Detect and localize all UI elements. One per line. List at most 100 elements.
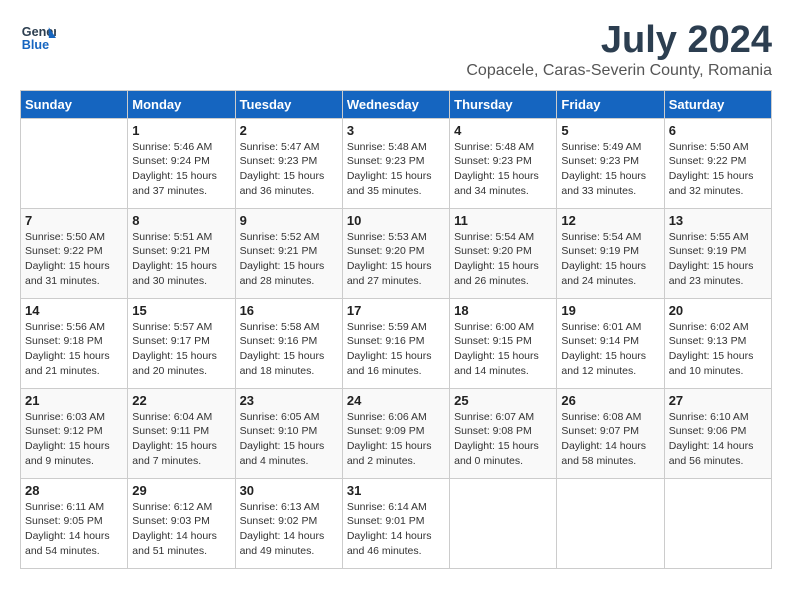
day-number: 12 — [561, 213, 659, 228]
calendar-cell: 13 Sunrise: 5:55 AM Sunset: 9:19 PM Dayli… — [664, 208, 771, 298]
day-number: 7 — [25, 213, 123, 228]
day-info: Sunrise: 5:48 AM Sunset: 9:23 PM Dayligh… — [454, 140, 552, 199]
logo-icon: General Blue — [20, 20, 56, 56]
calendar-week-row: 1Sunrise: 5:46 AM Sunset: 9:24 PM Daylig… — [21, 118, 772, 208]
day-info: Sunrise: 5:50 AM Sunset: 9:22 PM Dayligh… — [25, 230, 123, 289]
day-info: Sunrise: 6:03 AM Sunset: 9:12 PM Dayligh… — [25, 410, 123, 469]
day-number: 25 — [454, 393, 552, 408]
day-number: 1 — [132, 123, 230, 138]
header: General Blue July 2024 Copacele, Caras-S… — [20, 20, 772, 80]
day-info: Sunrise: 5:54 AM Sunset: 9:19 PM Dayligh… — [561, 230, 659, 289]
calendar-cell: 31Sunrise: 6:14 AM Sunset: 9:01 PM Dayli… — [342, 478, 449, 568]
day-info: Sunrise: 5:59 AM Sunset: 9:16 PM Dayligh… — [347, 320, 445, 379]
calendar-cell: 15 Sunrise: 5:57 AM Sunset: 9:17 PM Dayli… — [128, 298, 235, 388]
day-number: 24 — [347, 393, 445, 408]
day-number: 19 — [561, 303, 659, 318]
calendar-cell: 22Sunrise: 6:04 AM Sunset: 9:11 PM Dayli… — [128, 388, 235, 478]
calendar-cell: 17 Sunrise: 5:59 AM Sunset: 9:16 PM Dayli… — [342, 298, 449, 388]
weekday-header-wednesday: Wednesday — [342, 90, 449, 118]
day-info: Sunrise: 5:57 AM Sunset: 9:17 PM Dayligh… — [132, 320, 230, 379]
day-number: 9 — [240, 213, 338, 228]
calendar-table: SundayMondayTuesdayWednesdayThursdayFrid… — [20, 90, 772, 569]
title-section: July 2024 Copacele, Caras-Severin County… — [466, 20, 772, 80]
day-info: Sunrise: 6:12 AM Sunset: 9:03 PM Dayligh… — [132, 500, 230, 559]
day-info: Sunrise: 5:47 AM Sunset: 9:23 PM Dayligh… — [240, 140, 338, 199]
calendar-cell: 16 Sunrise: 5:58 AM Sunset: 9:16 PM Dayli… — [235, 298, 342, 388]
weekday-header-tuesday: Tuesday — [235, 90, 342, 118]
weekday-header-saturday: Saturday — [664, 90, 771, 118]
calendar-cell: 19 Sunrise: 6:01 AM Sunset: 9:14 PM Dayli… — [557, 298, 664, 388]
calendar-cell: 5 Sunrise: 5:49 AM Sunset: 9:23 PM Daylig… — [557, 118, 664, 208]
day-info: Sunrise: 6:11 AM Sunset: 9:05 PM Dayligh… — [25, 500, 123, 559]
day-info: Sunrise: 5:49 AM Sunset: 9:23 PM Dayligh… — [561, 140, 659, 199]
calendar-cell: 30 Sunrise: 6:13 AM Sunset: 9:02 PM Dayli… — [235, 478, 342, 568]
day-number: 8 — [132, 213, 230, 228]
calendar-cell: 3Sunrise: 5:48 AM Sunset: 9:23 PM Daylig… — [342, 118, 449, 208]
weekday-header-thursday: Thursday — [450, 90, 557, 118]
calendar-cell — [557, 478, 664, 568]
day-number: 28 — [25, 483, 123, 498]
calendar-cell — [21, 118, 128, 208]
calendar-cell: 20Sunrise: 6:02 AM Sunset: 9:13 PM Dayli… — [664, 298, 771, 388]
day-info: Sunrise: 6:00 AM Sunset: 9:15 PM Dayligh… — [454, 320, 552, 379]
day-info: Sunrise: 6:08 AM Sunset: 9:07 PM Dayligh… — [561, 410, 659, 469]
calendar-cell: 6 Sunrise: 5:50 AM Sunset: 9:22 PM Daylig… — [664, 118, 771, 208]
day-info: Sunrise: 6:04 AM Sunset: 9:11 PM Dayligh… — [132, 410, 230, 469]
day-number: 15 — [132, 303, 230, 318]
day-number: 31 — [347, 483, 445, 498]
calendar-cell: 4 Sunrise: 5:48 AM Sunset: 9:23 PM Daylig… — [450, 118, 557, 208]
calendar-cell: 7 Sunrise: 5:50 AM Sunset: 9:22 PM Daylig… — [21, 208, 128, 298]
day-info: Sunrise: 6:13 AM Sunset: 9:02 PM Dayligh… — [240, 500, 338, 559]
calendar-cell: 14 Sunrise: 5:56 AM Sunset: 9:18 PM Dayli… — [21, 298, 128, 388]
calendar-cell: 21Sunrise: 6:03 AM Sunset: 9:12 PM Dayli… — [21, 388, 128, 478]
calendar-cell — [450, 478, 557, 568]
day-info: Sunrise: 5:56 AM Sunset: 9:18 PM Dayligh… — [25, 320, 123, 379]
day-info: Sunrise: 5:50 AM Sunset: 9:22 PM Dayligh… — [669, 140, 767, 199]
day-number: 29 — [132, 483, 230, 498]
calendar-cell: 25 Sunrise: 6:07 AM Sunset: 9:08 PM Dayli… — [450, 388, 557, 478]
day-number: 17 — [347, 303, 445, 318]
calendar-cell — [664, 478, 771, 568]
svg-text:Blue: Blue — [22, 38, 49, 52]
day-number: 11 — [454, 213, 552, 228]
day-number: 14 — [25, 303, 123, 318]
calendar-cell: 11Sunrise: 5:54 AM Sunset: 9:20 PM Dayli… — [450, 208, 557, 298]
day-info: Sunrise: 6:10 AM Sunset: 9:06 PM Dayligh… — [669, 410, 767, 469]
day-number: 30 — [240, 483, 338, 498]
logo: General Blue — [20, 20, 56, 56]
day-number: 26 — [561, 393, 659, 408]
calendar-cell: 23 Sunrise: 6:05 AM Sunset: 9:10 PM Dayli… — [235, 388, 342, 478]
calendar-cell: 29 Sunrise: 6:12 AM Sunset: 9:03 PM Dayli… — [128, 478, 235, 568]
day-info: Sunrise: 6:07 AM Sunset: 9:08 PM Dayligh… — [454, 410, 552, 469]
day-info: Sunrise: 6:05 AM Sunset: 9:10 PM Dayligh… — [240, 410, 338, 469]
day-info: Sunrise: 6:01 AM Sunset: 9:14 PM Dayligh… — [561, 320, 659, 379]
day-number: 20 — [669, 303, 767, 318]
calendar-cell: 24 Sunrise: 6:06 AM Sunset: 9:09 PM Dayli… — [342, 388, 449, 478]
calendar-cell: 26 Sunrise: 6:08 AM Sunset: 9:07 PM Dayli… — [557, 388, 664, 478]
calendar-cell: 18Sunrise: 6:00 AM Sunset: 9:15 PM Dayli… — [450, 298, 557, 388]
day-number: 3 — [347, 123, 445, 138]
day-number: 5 — [561, 123, 659, 138]
day-number: 13 — [669, 213, 767, 228]
calendar-cell: 28 Sunrise: 6:11 AM Sunset: 9:05 PM Dayli… — [21, 478, 128, 568]
day-number: 2 — [240, 123, 338, 138]
calendar-cell: 1Sunrise: 5:46 AM Sunset: 9:24 PM Daylig… — [128, 118, 235, 208]
day-info: Sunrise: 5:52 AM Sunset: 9:21 PM Dayligh… — [240, 230, 338, 289]
calendar-cell: 2 Sunrise: 5:47 AM Sunset: 9:23 PM Daylig… — [235, 118, 342, 208]
day-number: 6 — [669, 123, 767, 138]
day-info: Sunrise: 6:06 AM Sunset: 9:09 PM Dayligh… — [347, 410, 445, 469]
weekday-header-friday: Friday — [557, 90, 664, 118]
day-number: 16 — [240, 303, 338, 318]
day-number: 23 — [240, 393, 338, 408]
calendar-week-row: 7 Sunrise: 5:50 AM Sunset: 9:22 PM Daylig… — [21, 208, 772, 298]
calendar-week-row: 28 Sunrise: 6:11 AM Sunset: 9:05 PM Dayli… — [21, 478, 772, 568]
weekday-header-sunday: Sunday — [21, 90, 128, 118]
day-info: Sunrise: 5:53 AM Sunset: 9:20 PM Dayligh… — [347, 230, 445, 289]
weekday-header-monday: Monday — [128, 90, 235, 118]
day-number: 27 — [669, 393, 767, 408]
day-info: Sunrise: 5:55 AM Sunset: 9:19 PM Dayligh… — [669, 230, 767, 289]
calendar-header-row: SundayMondayTuesdayWednesdayThursdayFrid… — [21, 90, 772, 118]
day-info: Sunrise: 5:58 AM Sunset: 9:16 PM Dayligh… — [240, 320, 338, 379]
calendar-cell: 27 Sunrise: 6:10 AM Sunset: 9:06 PM Dayli… — [664, 388, 771, 478]
day-number: 4 — [454, 123, 552, 138]
